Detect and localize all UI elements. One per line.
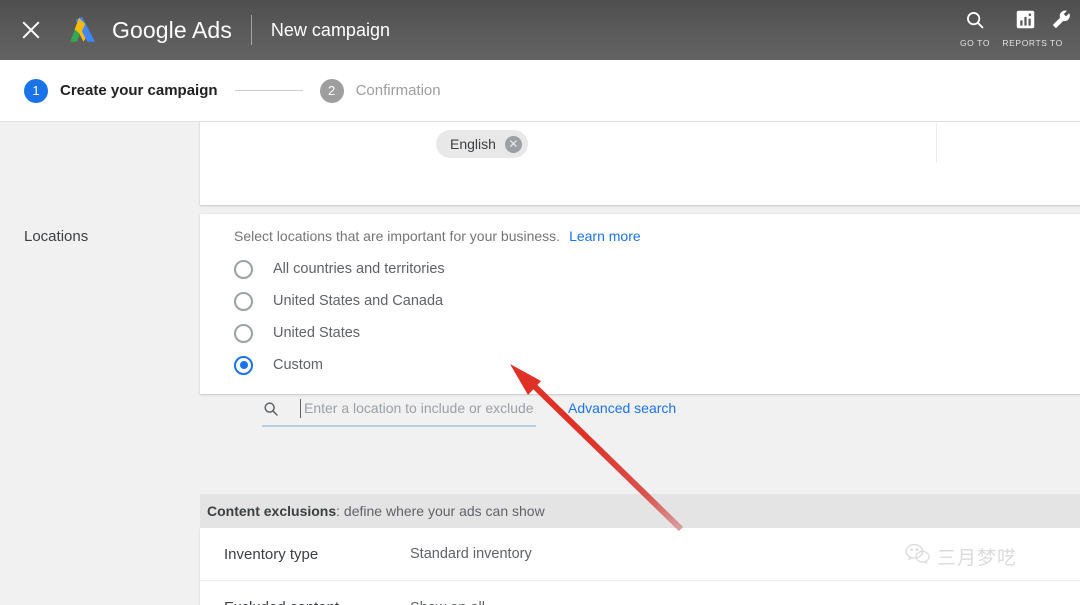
text-caret (300, 399, 301, 418)
radio-icon-selected[interactable] (234, 356, 253, 375)
header-action-tools[interactable]: TO (1050, 9, 1080, 48)
location-search-field[interactable]: Enter a location to include or exclude (262, 399, 536, 427)
locations-option-united-states[interactable]: United States (234, 317, 445, 349)
campaign-settings-scroll-area[interactable]: English ✕ Locations Select locations tha… (0, 122, 1080, 605)
setting-value: Standard inventory (410, 546, 532, 562)
tools-wrench-icon (1050, 9, 1080, 34)
content-exclusions-header: Content exclusions: define where your ad… (200, 494, 1080, 528)
reports-bar-chart-icon (1000, 9, 1050, 34)
location-search-input[interactable]: Enter a location to include or exclude (300, 399, 536, 419)
search-icon (262, 400, 280, 418)
locations-row-label: Locations (24, 228, 88, 245)
locations-description-text: Select locations that are important for … (234, 228, 560, 244)
page-title: New campaign (271, 20, 390, 41)
step-number: 1 (24, 79, 48, 103)
setting-key: Inventory type (200, 546, 410, 563)
locations-option-us-and-canada[interactable]: United States and Canada (234, 285, 445, 317)
app-header: Google Ads New campaign GO TO (0, 0, 1080, 60)
watermark-text: 三月梦呓 (937, 543, 1017, 570)
close-circle-icon[interactable]: ✕ (505, 136, 522, 153)
header-action-label: TO (1050, 38, 1080, 48)
step-create-your-campaign[interactable]: 1 Create your campaign (24, 79, 218, 103)
locations-option-all-countries[interactable]: All countries and territories (234, 253, 445, 285)
header-divider (251, 15, 252, 45)
campaign-stepper: 1 Create your campaign 2 Confirmation (0, 60, 1080, 122)
locations-radio-group[interactable]: All countries and territories United Sta… (234, 253, 445, 381)
step-label: Create your campaign (60, 82, 218, 99)
table-row[interactable]: Excluded content Show on all (200, 581, 1080, 605)
step-number: 2 (320, 79, 344, 103)
google-ads-new-campaign-screen: Google Ads New campaign GO TO (0, 0, 1080, 605)
header-action-label: REPORTS (1000, 38, 1050, 48)
setting-key: Excluded content (200, 599, 410, 605)
content-exclusions-title: Content exclusions (207, 503, 336, 519)
header-action-label: GO TO (950, 38, 1000, 48)
search-icon (950, 9, 1000, 34)
setting-value: Show on all (410, 600, 485, 605)
close-icon[interactable] (18, 17, 44, 43)
step-connector (235, 90, 303, 91)
brand-title: Google Ads (112, 17, 232, 44)
radio-icon[interactable] (234, 324, 253, 343)
location-search-row: Enter a location to include or exclude A… (262, 399, 676, 427)
locations-option-label: United States and Canada (273, 293, 443, 309)
wechat-watermark: 三月梦呓 (905, 543, 1017, 570)
google-ads-logo-icon (66, 14, 100, 46)
location-search-placeholder: Enter a location to include or exclude (304, 400, 534, 416)
locations-description: Select locations that are important for … (234, 228, 641, 244)
language-chip-label: English (450, 136, 496, 152)
locations-option-label: United States (273, 325, 360, 341)
advanced-search-link[interactable]: Advanced search (568, 399, 676, 416)
header-action-reports[interactable]: REPORTS (1000, 9, 1050, 48)
step-label: Confirmation (356, 82, 441, 99)
locations-option-label: All countries and territories (273, 261, 445, 277)
header-actions: GO TO REPORTS (950, 0, 1080, 60)
radio-icon[interactable] (234, 260, 253, 279)
wechat-icon (905, 543, 930, 570)
content-exclusions-subtitle: : define where your ads can show (336, 503, 545, 519)
language-chip-english[interactable]: English ✕ (436, 130, 528, 158)
locations-option-custom[interactable]: Custom (234, 349, 445, 381)
languages-card: English ✕ (200, 122, 1080, 205)
locations-learn-more-link[interactable]: Learn more (569, 228, 641, 244)
step-confirmation[interactable]: 2 Confirmation (320, 79, 441, 103)
header-action-go-to[interactable]: GO TO (950, 9, 1000, 48)
radio-icon[interactable] (234, 292, 253, 311)
card-vertical-divider (936, 123, 937, 163)
locations-option-label: Custom (273, 357, 323, 373)
